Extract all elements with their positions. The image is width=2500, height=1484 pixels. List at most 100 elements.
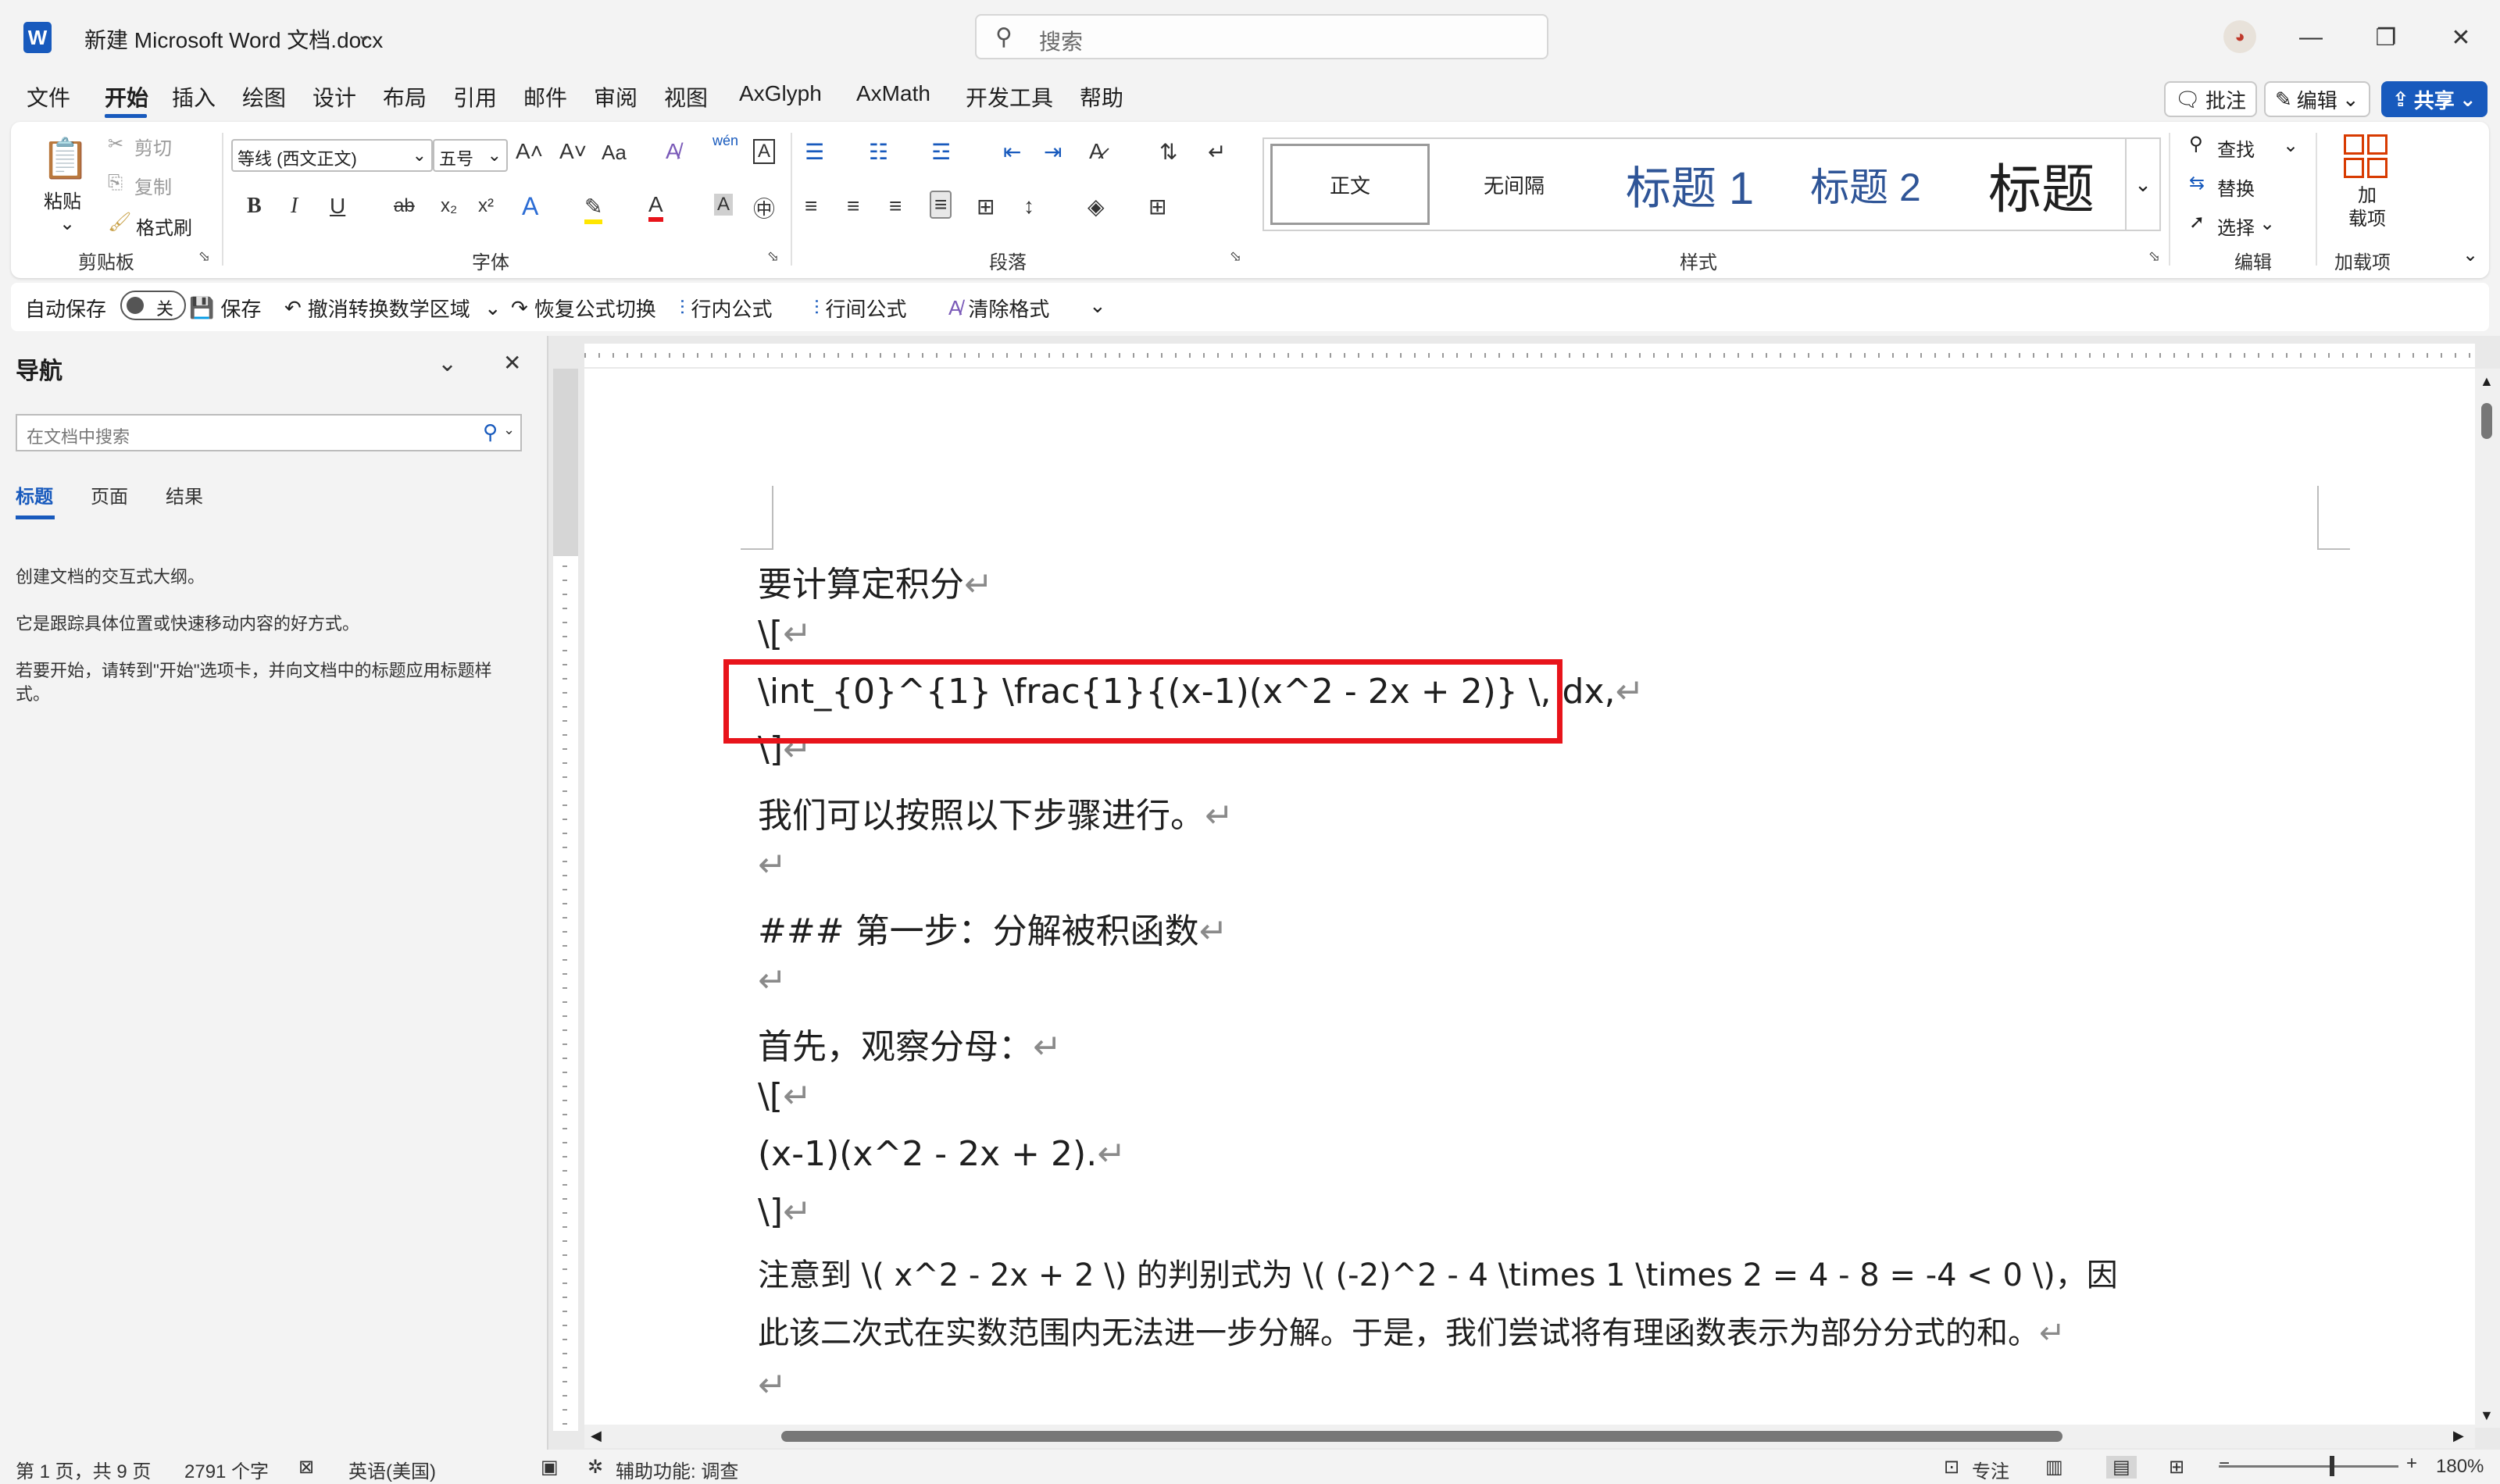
- tab-mailings[interactable]: 邮件: [523, 81, 567, 112]
- doc-line[interactable]: 此该二次式在实数范围内无法进一步分解。于是，我们尝试将有理函数表示为部分分式的和…: [758, 1307, 2066, 1353]
- font-size-select[interactable]: 五号 ⌄: [433, 139, 508, 172]
- zoom-level[interactable]: 180%: [2436, 1456, 2484, 1478]
- character-border-icon[interactable]: A: [753, 139, 776, 164]
- strikethrough-button[interactable]: ab: [394, 195, 415, 217]
- bold-button[interactable]: B: [247, 194, 262, 219]
- doc-line[interactable]: \[↵: [758, 614, 812, 654]
- scroll-left-icon[interactable]: ◀: [591, 1428, 602, 1444]
- chevron-down-icon[interactable]: ⌄: [356, 23, 372, 46]
- paste-button[interactable]: 粘贴: [44, 186, 81, 213]
- dialog-launcher-icon[interactable]: ⬂: [1230, 248, 1241, 265]
- align-right-icon[interactable]: ≡: [889, 194, 902, 219]
- tab-review[interactable]: 审阅: [594, 81, 638, 112]
- vertical-scroll-thumb[interactable]: [2481, 403, 2492, 439]
- share-button[interactable]: ⇪ 共享 ⌄: [2381, 81, 2488, 117]
- doc-line[interactable]: 我们可以按照以下步骤进行。↵: [758, 787, 1234, 837]
- tab-layout[interactable]: 布局: [383, 81, 427, 112]
- zoom-slider-thumb[interactable]: [2330, 1456, 2334, 1476]
- tab-design[interactable]: 设计: [312, 81, 356, 112]
- search-input[interactable]: ⚲ 搜索: [975, 14, 1548, 59]
- doc-line[interactable]: ↵: [758, 961, 787, 1001]
- horizontal-scrollbar[interactable]: ◀ ▶: [584, 1425, 2475, 1448]
- collapse-ribbon-icon[interactable]: ⌄: [2462, 244, 2478, 266]
- zoom-slider[interactable]: [2219, 1465, 2398, 1468]
- doc-line[interactable]: \]↵: [758, 1192, 812, 1232]
- language[interactable]: 英语(美国): [348, 1456, 436, 1483]
- superscript-button[interactable]: x²: [478, 195, 494, 217]
- tab-insert[interactable]: 插入: [172, 81, 216, 112]
- doc-line[interactable]: ### 第一步：分解被积函数↵: [758, 903, 1227, 953]
- dialog-launcher-icon[interactable]: ⬂: [767, 248, 779, 265]
- style-no-spacing[interactable]: 无间隔: [1436, 139, 1592, 230]
- doc-line[interactable]: 注意到 \( x^2 - 2x + 2 \) 的判别式为 \( (-2)^2 -…: [758, 1250, 2118, 1295]
- zoom-in-icon[interactable]: +: [2406, 1453, 2417, 1475]
- undo-convert-button[interactable]: ↶ 撤消转换数学区域 ⌄: [284, 294, 502, 323]
- style-title[interactable]: 标题: [1952, 139, 2131, 230]
- numbering-icon[interactable]: ☷: [869, 139, 888, 165]
- find-button[interactable]: 查找: [2217, 134, 2255, 162]
- dialog-launcher-icon[interactable]: ⬂: [2148, 248, 2160, 265]
- zoom-out-icon[interactable]: −: [2219, 1453, 2230, 1475]
- focus-mode-button[interactable]: 专注: [1972, 1456, 2009, 1483]
- horizontal-scroll-thumb[interactable]: [781, 1431, 2062, 1442]
- tab-draw[interactable]: 绘图: [242, 81, 286, 112]
- doc-line[interactable]: ↵: [758, 1365, 787, 1405]
- scroll-down-icon[interactable]: ▼: [2480, 1407, 2494, 1424]
- tab-references[interactable]: 引用: [453, 81, 497, 112]
- highlight-color-icon[interactable]: ✎: [584, 194, 603, 224]
- comments-button[interactable]: 🗨 批注: [2164, 81, 2258, 117]
- change-case-button[interactable]: Aa: [602, 141, 627, 165]
- dialog-launcher-icon[interactable]: ⬂: [198, 248, 210, 265]
- shading-icon[interactable]: ◈: [1088, 194, 1105, 219]
- autosave-toggle[interactable]: 关: [120, 291, 186, 320]
- chevron-down-icon[interactable]: ⌄: [2283, 134, 2298, 157]
- font-name-select[interactable]: 等线 (西文正文) ⌄: [231, 139, 433, 172]
- tab-developer[interactable]: 开发工具: [966, 81, 1053, 112]
- clear-format-button[interactable]: A̸ 清除格式: [948, 294, 1049, 323]
- nav-options-icon[interactable]: ⌄: [438, 350, 457, 377]
- paste-icon[interactable]: 📋: [41, 133, 90, 184]
- phonetic-guide-icon[interactable]: wén: [712, 133, 738, 149]
- decrease-indent-icon[interactable]: ⇤: [1003, 139, 1021, 165]
- distributed-icon[interactable]: ⊞: [977, 194, 995, 219]
- underline-button[interactable]: U: [330, 194, 345, 219]
- enclose-character-icon[interactable]: ㊥: [753, 192, 775, 223]
- tab-home[interactable]: 开始: [105, 81, 148, 112]
- style-heading-2[interactable]: 标题 2: [1788, 139, 1944, 230]
- nav-search-input[interactable]: 在文档中搜索 ⚲ ⌄: [16, 414, 522, 451]
- text-effects-icon[interactable]: A: [522, 192, 538, 221]
- addins-button[interactable]: 加 载项: [2344, 184, 2391, 231]
- accessibility-status[interactable]: 辅助功能: 调查: [616, 1456, 738, 1483]
- display-formula-button[interactable]: ⫶ 行间公式: [814, 294, 907, 323]
- web-layout-icon[interactable]: ⊞: [2169, 1456, 2184, 1479]
- sort-icon[interactable]: ⇅: [1159, 139, 1177, 165]
- scroll-right-icon[interactable]: ▶: [2453, 1428, 2464, 1444]
- styles-more-button[interactable]: ⌄: [2125, 137, 2161, 231]
- format-painter-button[interactable]: 格式刷: [136, 212, 192, 240]
- italic-button[interactable]: I: [291, 194, 298, 219]
- account-avatar[interactable]: ◕: [2223, 20, 2256, 53]
- bullets-icon[interactable]: ☰: [805, 139, 824, 165]
- doc-line[interactable]: (x-1)(x^2 - 2x + 2).↵: [758, 1134, 1126, 1174]
- proofing-icon[interactable]: ⊠: [298, 1456, 314, 1479]
- justify-icon[interactable]: ≡: [930, 191, 952, 219]
- inline-formula-button[interactable]: ⫶ 行内公式: [680, 294, 773, 323]
- addins-icon[interactable]: [2344, 134, 2388, 178]
- chevron-down-icon[interactable]: ⌄: [2259, 212, 2275, 235]
- align-left-icon[interactable]: ≡: [805, 194, 817, 219]
- increase-indent-icon[interactable]: ⇥: [1044, 139, 1062, 165]
- vertical-scrollbar[interactable]: ▲ ▼: [2475, 369, 2500, 1428]
- doc-line[interactable]: 要计算定积分↵: [758, 556, 993, 606]
- document-title[interactable]: 新建 Microsoft Word 文档.docx: [84, 23, 383, 55]
- align-center-icon[interactable]: ≡: [847, 194, 859, 219]
- chevron-down-icon[interactable]: ⌄: [59, 212, 75, 235]
- style-heading-1[interactable]: 标题 1: [1600, 139, 1780, 230]
- chinese-layout-icon[interactable]: A̷: [1089, 139, 1104, 164]
- copy-button[interactable]: 复制: [134, 172, 172, 199]
- show-marks-icon[interactable]: ↵: [1208, 139, 1226, 165]
- nav-tab-headings[interactable]: 标题: [16, 481, 53, 508]
- doc-line[interactable]: ↵: [758, 845, 787, 885]
- grow-font-icon[interactable]: A˄: [516, 139, 543, 164]
- save-button[interactable]: 💾 保存: [189, 294, 261, 323]
- page-count[interactable]: 第 1 页，共 9 页: [16, 1456, 151, 1483]
